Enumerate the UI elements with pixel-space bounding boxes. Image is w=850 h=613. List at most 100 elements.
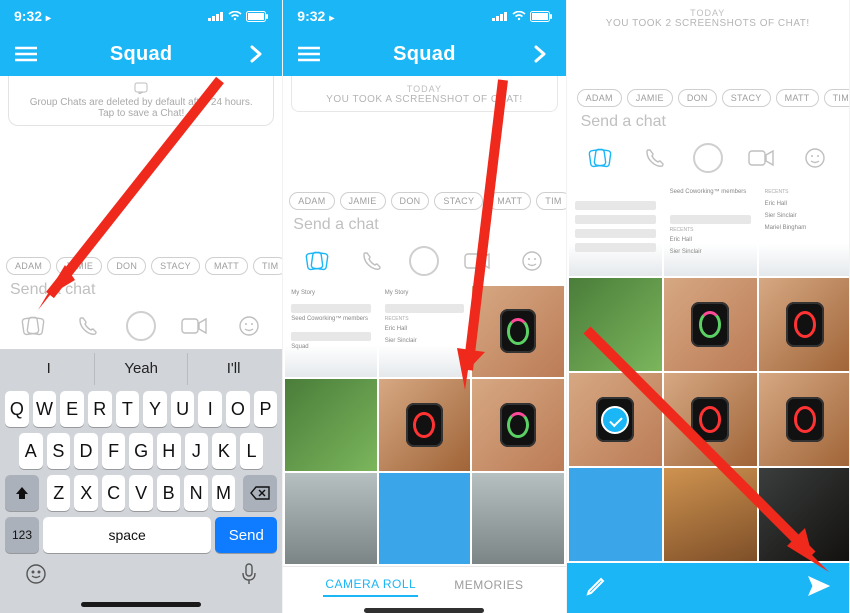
key-k[interactable]: K xyxy=(212,433,236,469)
key-j[interactable]: J xyxy=(185,433,209,469)
photo-thumb[interactable] xyxy=(472,379,563,470)
emoji-icon[interactable] xyxy=(232,311,266,341)
shift-key[interactable] xyxy=(5,475,39,511)
key-m[interactable]: M xyxy=(212,475,235,511)
call-icon[interactable] xyxy=(355,246,389,276)
photo-thumb[interactable]: RECENTSEric HallSier SinclairMariel Bing… xyxy=(759,183,849,276)
menu-icon[interactable] xyxy=(12,40,40,68)
member-chip[interactable]: STACY xyxy=(722,89,771,107)
photo-thumb[interactable] xyxy=(759,373,849,466)
photo-thumb[interactable] xyxy=(759,468,849,561)
video-icon[interactable] xyxy=(744,143,778,173)
key-q[interactable]: Q xyxy=(5,391,29,427)
member-chip[interactable]: TIM xyxy=(824,89,849,107)
photo-thumb-selected[interactable] xyxy=(569,373,662,466)
send-icon[interactable] xyxy=(807,575,831,602)
member-chip[interactable]: MATT xyxy=(776,89,819,107)
chat-input[interactable]: Send a chat xyxy=(0,275,282,307)
member-chip[interactable]: ADAM xyxy=(6,257,51,275)
photo-thumb[interactable] xyxy=(664,468,757,561)
gallery-icon[interactable] xyxy=(300,246,334,276)
tab-camera-roll[interactable]: CAMERA ROLL xyxy=(323,573,418,597)
chat-input[interactable]: Send a chat xyxy=(567,107,849,139)
call-icon[interactable] xyxy=(638,143,672,173)
call-icon[interactable] xyxy=(71,311,105,341)
key-z[interactable]: Z xyxy=(47,475,70,511)
key-s[interactable]: S xyxy=(47,433,71,469)
photo-thumb[interactable] xyxy=(569,468,662,561)
video-icon[interactable] xyxy=(177,311,211,341)
member-chip[interactable]: DON xyxy=(391,192,430,210)
photo-thumb[interactable] xyxy=(472,286,563,377)
member-chip[interactable]: STACY xyxy=(151,257,200,275)
chat-input[interactable]: Send a chat xyxy=(283,210,565,242)
suggestion[interactable]: Yeah xyxy=(94,353,186,385)
key-u[interactable]: U xyxy=(171,391,195,427)
member-chip[interactable]: DON xyxy=(107,257,146,275)
member-chip[interactable]: TIM xyxy=(536,192,565,210)
suggestion[interactable]: I xyxy=(3,353,94,385)
member-chip[interactable]: JAMIE xyxy=(56,257,102,275)
key-v[interactable]: V xyxy=(129,475,152,511)
key-g[interactable]: G xyxy=(129,433,153,469)
member-chip[interactable]: ADAM xyxy=(577,89,622,107)
key-t[interactable]: T xyxy=(116,391,140,427)
emoji-keyboard-icon[interactable] xyxy=(25,563,47,590)
photo-thumb[interactable] xyxy=(379,379,470,470)
key-i[interactable]: I xyxy=(198,391,222,427)
photo-thumb[interactable] xyxy=(472,473,563,564)
gallery-icon[interactable] xyxy=(583,143,617,173)
photo-thumb[interactable] xyxy=(285,379,376,470)
chevron-right-icon[interactable] xyxy=(526,40,554,68)
photo-thumb[interactable] xyxy=(285,473,376,564)
shutter-button[interactable] xyxy=(126,311,156,341)
key-r[interactable]: R xyxy=(88,391,112,427)
shutter-button[interactable] xyxy=(409,246,439,276)
tab-memories[interactable]: MEMORIES xyxy=(452,574,525,596)
menu-icon[interactable] xyxy=(295,40,323,68)
notice-card[interactable]: Group Chats are deleted by default after… xyxy=(8,76,274,126)
member-chip[interactable]: ADAM xyxy=(289,192,334,210)
photo-thumb[interactable] xyxy=(569,183,662,276)
home-indicator[interactable] xyxy=(81,602,201,607)
send-key[interactable]: Send xyxy=(215,517,277,553)
key-a[interactable]: A xyxy=(19,433,43,469)
key-c[interactable]: C xyxy=(102,475,125,511)
photo-thumb[interactable]: Seed Coworking™ membersRECENTSEric HallS… xyxy=(664,183,757,276)
emoji-icon[interactable] xyxy=(515,246,549,276)
space-key[interactable]: space xyxy=(43,517,211,553)
member-chip[interactable]: DON xyxy=(678,89,717,107)
key-f[interactable]: F xyxy=(102,433,126,469)
photo-thumb[interactable]: My StoryRECENTSEric HallSier Sinclair xyxy=(379,286,470,377)
key-h[interactable]: H xyxy=(157,433,181,469)
photo-thumb[interactable] xyxy=(664,278,757,371)
backspace-key[interactable] xyxy=(243,475,277,511)
member-chip[interactable]: JAMIE xyxy=(340,192,386,210)
key-b[interactable]: B xyxy=(157,475,180,511)
home-indicator[interactable] xyxy=(364,608,484,613)
member-chip[interactable]: MATT xyxy=(205,257,248,275)
chevron-right-icon[interactable] xyxy=(242,40,270,68)
key-n[interactable]: N xyxy=(184,475,207,511)
gallery-icon[interactable] xyxy=(16,311,50,341)
shutter-button[interactable] xyxy=(693,143,723,173)
member-chip[interactable]: STACY xyxy=(434,192,483,210)
photo-thumb[interactable] xyxy=(664,373,757,466)
numbers-key[interactable]: 123 xyxy=(5,517,39,553)
key-l[interactable]: L xyxy=(240,433,264,469)
video-icon[interactable] xyxy=(460,246,494,276)
key-o[interactable]: O xyxy=(226,391,250,427)
dictation-icon[interactable] xyxy=(241,563,257,590)
key-d[interactable]: D xyxy=(74,433,98,469)
member-chip[interactable]: TIM xyxy=(253,257,282,275)
suggestion[interactable]: I'll xyxy=(187,353,279,385)
key-p[interactable]: P xyxy=(254,391,278,427)
key-e[interactable]: E xyxy=(60,391,84,427)
key-w[interactable]: W xyxy=(33,391,57,427)
photo-thumb[interactable] xyxy=(569,278,662,371)
key-y[interactable]: Y xyxy=(143,391,167,427)
member-chip[interactable]: MATT xyxy=(488,192,531,210)
photo-thumb[interactable] xyxy=(379,473,470,564)
member-chip[interactable]: JAMIE xyxy=(627,89,673,107)
emoji-icon[interactable] xyxy=(798,143,832,173)
